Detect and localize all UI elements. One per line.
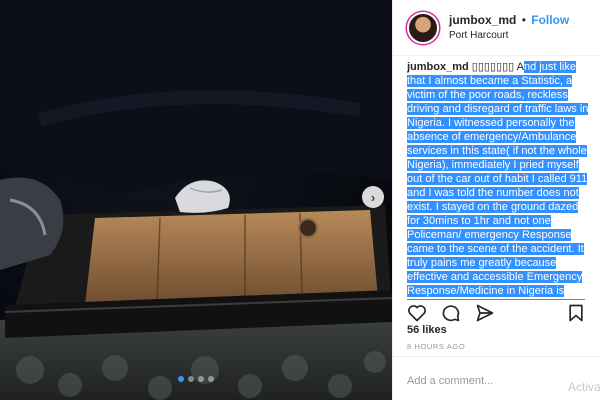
carousel-dot — [188, 376, 194, 382]
comment-bar: Activat — [393, 356, 600, 400]
carousel-dots — [0, 376, 392, 382]
location-link[interactable]: Port Harcourt — [449, 28, 569, 43]
comment-input[interactable] — [407, 375, 527, 387]
comment-icon[interactable] — [441, 303, 461, 323]
caption-emoji: ▯▯▯▯▯▯▯ — [471, 61, 515, 73]
carousel-dot-active — [178, 376, 184, 382]
heart-icon[interactable] — [407, 303, 427, 323]
like-count[interactable]: 56 likes — [407, 324, 447, 336]
caption-text: jumbox_md ▯▯▯▯▯▯▯ And just like that I a… — [407, 60, 590, 300]
dot-separator: • — [521, 12, 526, 27]
caption-body: nd just like that I almost became a Stat… — [407, 61, 589, 300]
share-icon[interactable] — [475, 303, 495, 323]
username-link[interactable]: jumbox_md — [449, 13, 516, 27]
header-top-line: jumbox_md • Follow — [449, 13, 569, 28]
chevron-right-icon: › — [370, 189, 376, 205]
caption-username[interactable]: jumbox_md — [407, 61, 469, 73]
wrecked-car-photo — [0, 0, 392, 400]
carousel-dot — [198, 376, 204, 382]
follow-button[interactable]: Follow — [531, 13, 569, 27]
post-sidebar: jumbox_md • Follow Port Harcourt jumbox_… — [392, 0, 600, 400]
activate-windows-watermark: Activat — [567, 380, 600, 394]
post-photo[interactable]: › — [0, 0, 392, 400]
post-header: jumbox_md • Follow Port Harcourt — [393, 0, 600, 56]
avatar[interactable] — [407, 11, 439, 44]
caption-lead-letter: A — [516, 61, 524, 73]
caption-scroll-area[interactable]: jumbox_md ▯▯▯▯▯▯▯ And just like that I a… — [393, 56, 600, 300]
instagram-post: › jumbox_md • Follow Port Harcourt jumbo… — [0, 0, 600, 400]
post-timestamp[interactable]: 8 HOURS AGO — [407, 342, 465, 351]
bookmark-icon[interactable] — [566, 303, 586, 323]
carousel-dot — [208, 376, 214, 382]
action-bar — [407, 302, 586, 324]
header-text: jumbox_md • Follow Port Harcourt — [449, 13, 569, 43]
next-photo-button[interactable]: › — [362, 186, 384, 208]
